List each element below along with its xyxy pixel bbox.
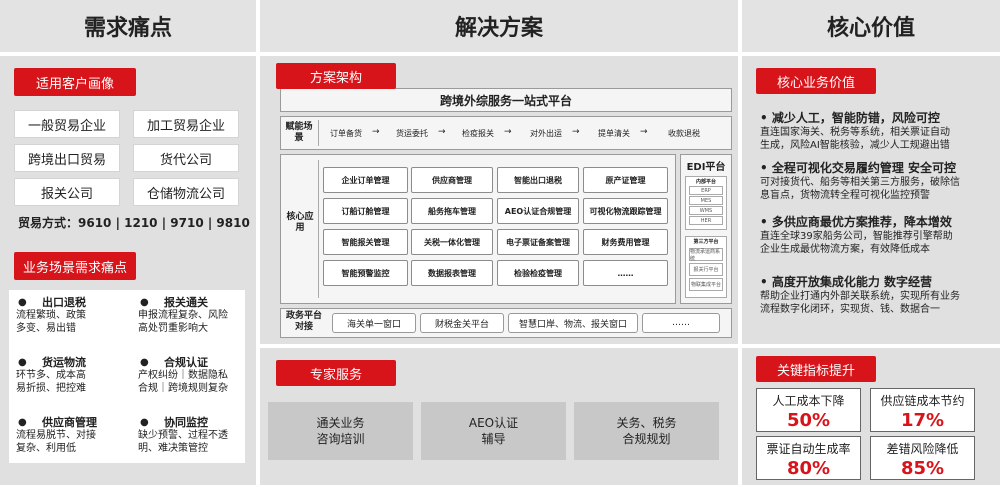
pain-item: 出口退税 ● 流程繁琐、政策 多变、易出错 xyxy=(16,296,86,334)
app-box: 订船订舱管理 xyxy=(323,198,408,224)
gov-platform-item: 智慧口岸、物流、报关窗口 xyxy=(508,313,638,333)
flow-step: 检疫报关 xyxy=(462,129,494,138)
internal-system: WMS xyxy=(689,206,723,215)
third-party-title: 第三方平台 xyxy=(693,239,719,245)
flow-step: 收款退税 xyxy=(668,129,700,138)
value-item: • 减少人工，智能防错，风险可控 直连国家海关、税务等系统，相关票证自动 生成，风… xyxy=(760,111,950,152)
customer-item: 货代公司 xyxy=(133,144,239,172)
third-party-system: 物联集成平台 xyxy=(689,278,723,291)
arrow-right-icon: → xyxy=(640,127,648,137)
flow-step: 对外出运 xyxy=(530,129,562,138)
divider xyxy=(318,120,319,146)
expert-service: 关务、税务 合规规划 xyxy=(574,402,719,460)
scene-tag: 业务场景需求痛点 xyxy=(14,252,136,280)
third-party-system: 物流承运商系统 xyxy=(689,248,723,262)
gov-platform-label: 政务平台对接 xyxy=(285,311,322,332)
solution-header: 解决方案 xyxy=(260,0,738,52)
kpi-tag: 关键指标提升 xyxy=(756,356,876,382)
kpi-value: 17% xyxy=(900,410,945,431)
kpi-value: 85% xyxy=(900,458,945,479)
value-header: 核心价值 xyxy=(742,0,1000,52)
internal-system: ERP xyxy=(689,186,723,195)
app-box: 电子票证备案管理 xyxy=(497,229,579,255)
expert-tag: 专家服务 xyxy=(276,360,396,386)
customer-tag: 适用客户画像 xyxy=(14,68,136,96)
customer-item: 加工贸易企业 xyxy=(133,110,239,138)
app-box: 船务拖车管理 xyxy=(411,198,493,224)
app-box: 智能报关管理 xyxy=(323,229,408,255)
core-apps-label: 核心应用 xyxy=(286,212,314,233)
customer-item: 报关公司 xyxy=(14,178,120,206)
value-item: • 多供应商最优方案推荐，降本增效 直连全球39家船务公司，智能推荐引擎帮助 企业… xyxy=(760,215,953,256)
pain-header: 需求痛点 xyxy=(0,0,256,52)
flow-step: 提单清关 xyxy=(598,129,630,138)
divider xyxy=(318,160,319,298)
app-box: 智能预警监控 xyxy=(323,260,408,286)
flow-step: 货运委托 xyxy=(396,129,428,138)
pain-item: 报关通关 ● 申报流程复杂、风险 高处罚重影响大 xyxy=(138,296,228,334)
internal-system: MES xyxy=(689,196,723,205)
platform-title: 跨境外综服务一站式平台 xyxy=(280,88,732,112)
app-box: 财务费用管理 xyxy=(583,229,668,255)
customer-item: 跨境出口贸易 xyxy=(14,144,120,172)
value-tag: 核心业务价值 xyxy=(756,68,876,94)
arrow-right-icon: → xyxy=(572,127,580,137)
gov-platform-item: …… xyxy=(642,313,720,333)
gov-platform-item: 财税金关平台 xyxy=(420,313,504,333)
kpi-card: 差错风险降低 85% xyxy=(870,436,975,480)
app-box: …… xyxy=(583,260,668,286)
expert-service: AEO认证 辅导 xyxy=(421,402,566,460)
kpi-label: 票证自动生成率 xyxy=(766,442,851,456)
third-party-system: 报关行平台 xyxy=(689,263,723,276)
app-box: 检验检疫管理 xyxy=(497,260,579,286)
app-box: 关税一体化管理 xyxy=(411,229,493,255)
pain-item: 协同监控 ● 缺少预警、过程不透 明、难决策管控 xyxy=(138,416,228,454)
kpi-card: 人工成本下降 50% xyxy=(756,388,861,432)
app-box: 智能出口退税 xyxy=(497,167,579,193)
kpi-label: 差错风险降低 xyxy=(886,442,959,456)
app-box: 原产证管理 xyxy=(583,167,668,193)
app-box: 供应商管理 xyxy=(411,167,493,193)
edi-title: EDI平台 xyxy=(686,162,726,173)
app-box: 可视化物流跟踪管理 xyxy=(583,198,668,224)
customer-item: 仓储物流公司 xyxy=(133,178,239,206)
internal-system: HER xyxy=(689,216,723,225)
pain-item: 供应商管理 ● 流程易脱节、对接 复杂、利用低 xyxy=(16,416,97,454)
arch-tag: 方案架构 xyxy=(276,63,396,89)
app-box: AEO认证合规管理 xyxy=(497,198,579,224)
kpi-card: 票证自动生成率 80% xyxy=(756,436,861,480)
value-item: • 高度开放集成化能力 数字经营 帮助企业打通内外部关联系统，实现所有业务 流程数… xyxy=(760,275,960,316)
app-box: 企业订单管理 xyxy=(323,167,408,193)
arrow-right-icon: → xyxy=(438,127,446,137)
arrow-right-icon: → xyxy=(504,127,512,137)
customer-item: 一般贸易企业 xyxy=(14,110,120,138)
kpi-label: 供应链成本节约 xyxy=(880,394,965,408)
expert-service: 通关业务 咨询培训 xyxy=(268,402,413,460)
kpi-card: 供应链成本节约 17% xyxy=(870,388,975,432)
gov-platform-item: 海关单一窗口 xyxy=(332,313,416,333)
trade-methods: 贸易方式：9610 | 1210 | 9710 | 9810 xyxy=(18,216,250,230)
kpi-value: 50% xyxy=(786,410,831,431)
kpi-value: 80% xyxy=(786,458,831,479)
internal-platform-title: 内部平台 xyxy=(695,179,716,185)
pain-item: 货运物流 ● 环节多、成本高 易折损、把控难 xyxy=(16,356,86,394)
pain-item: 合规认证 ● 产权纠纷｜数据隐私 合规｜跨境规则复杂 xyxy=(138,356,228,394)
app-box: 数据报表管理 xyxy=(411,260,493,286)
kpi-label: 人工成本下降 xyxy=(772,394,845,408)
enable-scene-label: 赋能场景 xyxy=(285,122,313,143)
arrow-right-icon: → xyxy=(372,127,380,137)
value-item: • 全程可视化交易履约管理 安全可控 可对接货代、船务等相关第三方服务，破除信息… xyxy=(760,161,960,202)
flow-step: 订单备货 xyxy=(330,129,362,138)
